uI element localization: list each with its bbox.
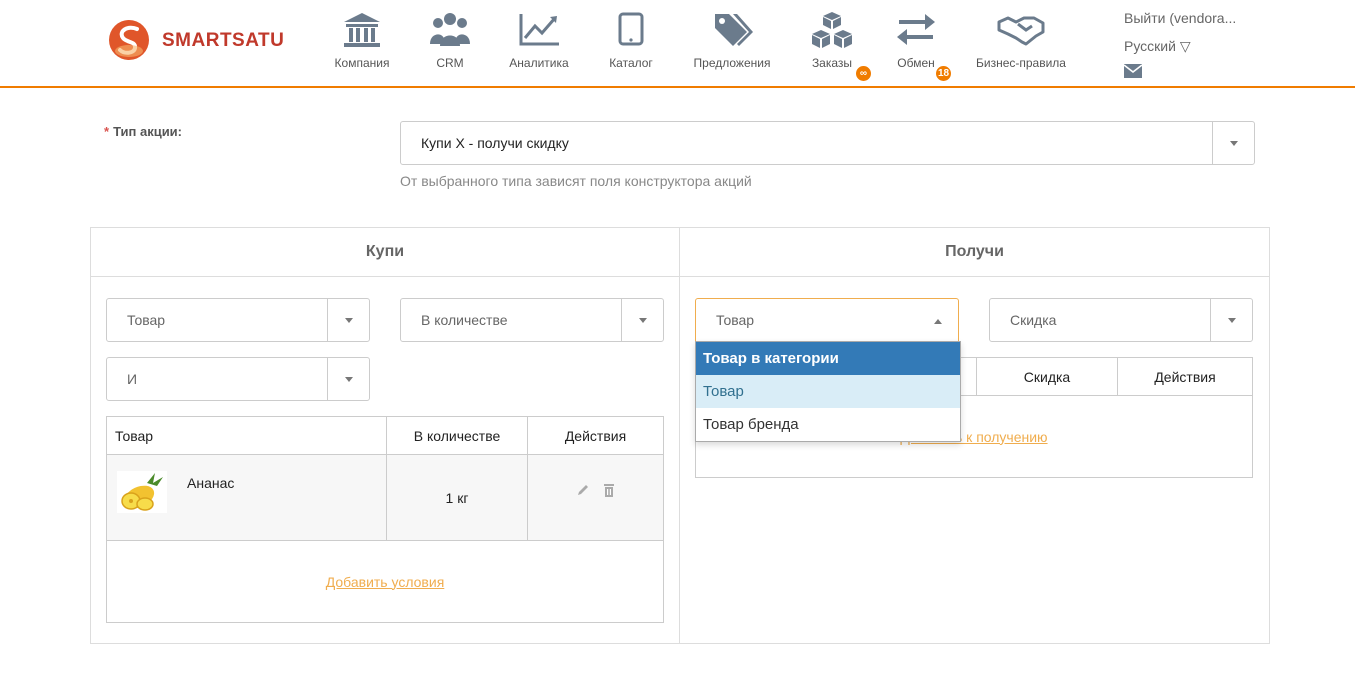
nav-orders[interactable]: Заказы bbox=[806, 10, 858, 78]
chevron-down-icon bbox=[327, 358, 369, 400]
buy-column-title: Купи bbox=[91, 228, 679, 277]
dropdown-option-product[interactable]: Товар bbox=[696, 375, 960, 408]
nav-label: Каталог bbox=[609, 56, 653, 70]
top-header: SMARTSATU Компания CRM Аналитика Каталог… bbox=[0, 0, 1355, 88]
chevron-down-icon bbox=[327, 299, 369, 341]
nav-exchange[interactable]: Обмен bbox=[894, 10, 938, 78]
nav-label: Бизнес-правила bbox=[976, 56, 1066, 70]
nav-label: Аналитика bbox=[509, 56, 569, 70]
cubes-icon bbox=[812, 12, 852, 48]
tablet-icon bbox=[618, 12, 644, 46]
product-cell: Ананас bbox=[106, 454, 387, 541]
tags-icon bbox=[715, 14, 753, 46]
bank-icon bbox=[344, 13, 380, 47]
column-header: Скидка bbox=[976, 357, 1118, 396]
promo-type-hint: От выбранного типа зависят поля конструк… bbox=[400, 173, 752, 189]
column-header: Действия bbox=[1117, 357, 1253, 396]
get-item-select[interactable]: Товар bbox=[695, 298, 959, 342]
chevron-down-icon bbox=[1212, 122, 1254, 164]
exchange-badge: 18 bbox=[936, 66, 951, 81]
line-chart-icon bbox=[519, 14, 559, 46]
nav-label: Предложения bbox=[693, 56, 771, 70]
required-mark: * bbox=[104, 124, 110, 139]
promo-type-select[interactable]: Купи X - получи скидку bbox=[400, 121, 1255, 165]
promo-type-value: Купи X - получи скидку bbox=[421, 135, 569, 151]
nav-company[interactable]: Компания bbox=[332, 10, 392, 78]
nav-label: CRM bbox=[436, 56, 464, 70]
pineapple-image bbox=[117, 471, 167, 513]
buy-logic-select[interactable]: И bbox=[106, 357, 370, 401]
brand-name[interactable]: SMARTSATU bbox=[162, 30, 284, 52]
get-item-select-value: Товар bbox=[716, 312, 755, 328]
buy-logic-select-value: И bbox=[127, 371, 138, 387]
add-condition-cell: Добавить условия bbox=[106, 540, 664, 623]
get-item-dropdown: Товар в категории Товар Товар бренда bbox=[695, 341, 961, 442]
buy-quantity-select[interactable]: В количестве bbox=[400, 298, 664, 342]
nav-label: Заказы bbox=[811, 56, 853, 70]
product-name: Ананас bbox=[187, 475, 235, 491]
chevron-down-icon bbox=[621, 299, 663, 341]
chevron-up-icon bbox=[934, 319, 942, 324]
dropdown-option-category-product[interactable]: Товар в категории bbox=[696, 342, 960, 375]
promo-type-label-text: Тип акции: bbox=[113, 124, 183, 139]
logo-icon bbox=[109, 20, 149, 60]
orders-badge: ∞ bbox=[856, 66, 871, 81]
dropdown-option-brand-product[interactable]: Товар бренда bbox=[696, 408, 960, 441]
envelope-icon[interactable] bbox=[1124, 64, 1142, 78]
column-header: Товар bbox=[106, 416, 387, 455]
buy-item-select-value: Товар bbox=[127, 312, 166, 328]
column-header: Действия bbox=[527, 416, 664, 455]
nav-analytics[interactable]: Аналитика bbox=[508, 10, 570, 78]
column-header: В количестве bbox=[386, 416, 528, 455]
get-discount-select[interactable]: Скидка bbox=[989, 298, 1253, 342]
nav-label: Компания bbox=[334, 56, 390, 70]
get-discount-select-value: Скидка bbox=[1010, 312, 1057, 328]
add-condition-link[interactable]: Добавить условия bbox=[326, 574, 445, 590]
language-selector[interactable]: Русский ▽ bbox=[1124, 38, 1191, 55]
buy-conditions-table: Товар В количестве Действия Ананас 1 кг bbox=[106, 416, 664, 623]
users-icon bbox=[430, 13, 470, 46]
column-divider bbox=[679, 228, 680, 643]
nav-offers[interactable]: Предложения bbox=[692, 10, 772, 78]
logout-link[interactable]: Выйти (vendora... bbox=[1124, 10, 1236, 26]
actions-cell bbox=[527, 454, 664, 541]
product-quantity: 1 кг bbox=[386, 454, 528, 541]
nav-label: Обмен bbox=[897, 56, 935, 70]
pencil-icon[interactable] bbox=[576, 483, 590, 497]
nav-business-rules[interactable]: Бизнес-правила bbox=[972, 10, 1070, 78]
chevron-down-icon bbox=[1210, 299, 1252, 341]
get-column-title: Получи bbox=[680, 228, 1269, 277]
handshake-icon bbox=[997, 16, 1045, 46]
trash-icon[interactable] bbox=[603, 483, 615, 497]
exchange-icon bbox=[897, 14, 935, 45]
table-row: Ананас 1 кг bbox=[106, 454, 664, 541]
nav-catalog[interactable]: Каталог bbox=[606, 10, 656, 78]
buy-quantity-select-value: В количестве bbox=[421, 312, 508, 328]
promo-type-label: * Тип акции: bbox=[104, 124, 182, 139]
buy-item-select[interactable]: Товар bbox=[106, 298, 370, 342]
nav-crm[interactable]: CRM bbox=[428, 10, 472, 78]
